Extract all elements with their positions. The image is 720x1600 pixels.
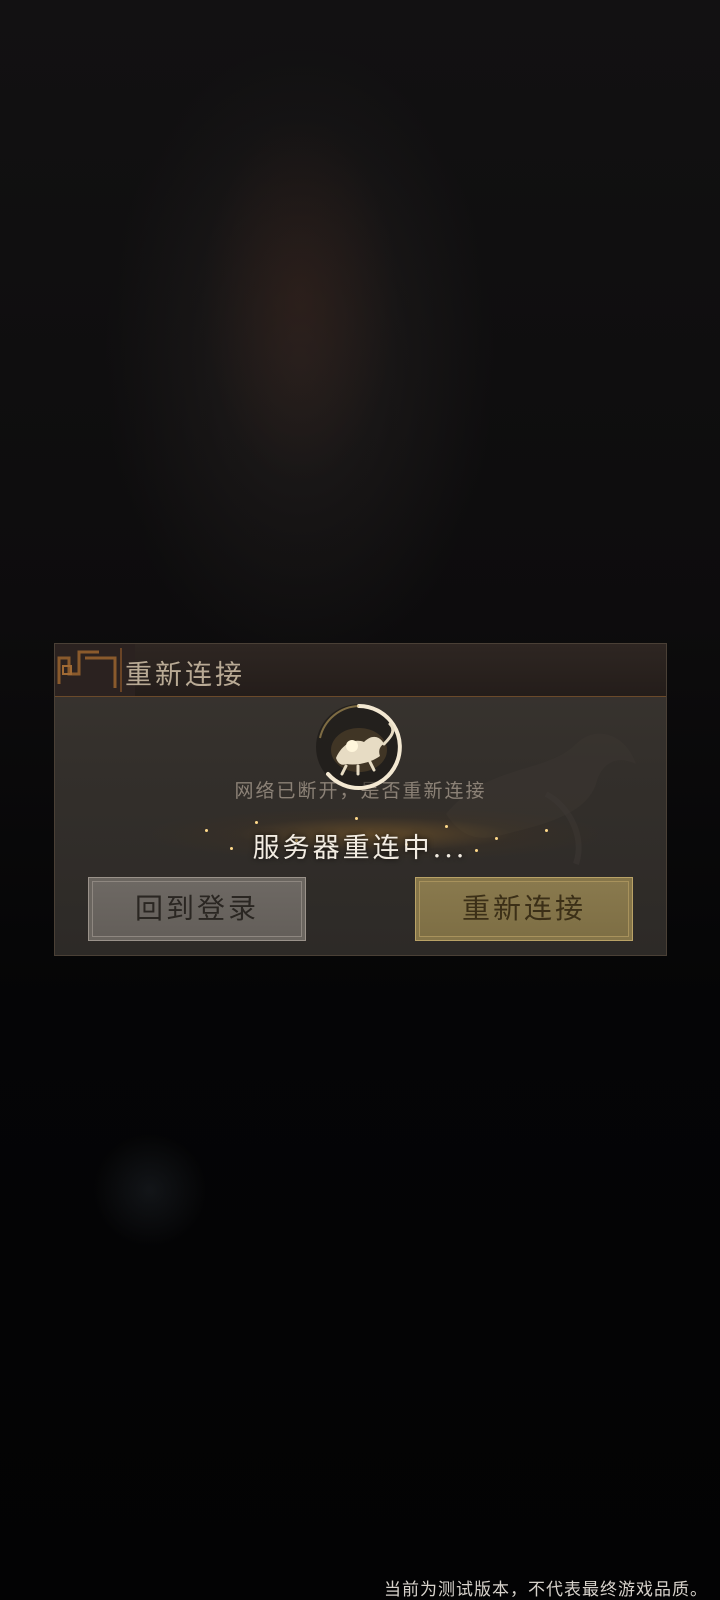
reconnect-button[interactable]: 重新连接 [415, 877, 633, 941]
test-version-disclaimer: 当前为测试版本，不代表最终游戏品质。 [384, 1580, 708, 1600]
reconnecting-status-text: 服务器重连中... [252, 833, 468, 864]
back-to-login-button[interactable]: 回到登录 [88, 877, 306, 941]
dialog-header: 重新连接 [55, 644, 666, 697]
reconnect-dialog: 重新连接 网络已断开，是否重新连接 回到登录 重新连接 [54, 643, 667, 956]
dialog-title: 重新连接 [125, 660, 245, 691]
corner-ornament-icon [55, 644, 135, 696]
tiger-emblem-spinner-icon [316, 704, 402, 790]
